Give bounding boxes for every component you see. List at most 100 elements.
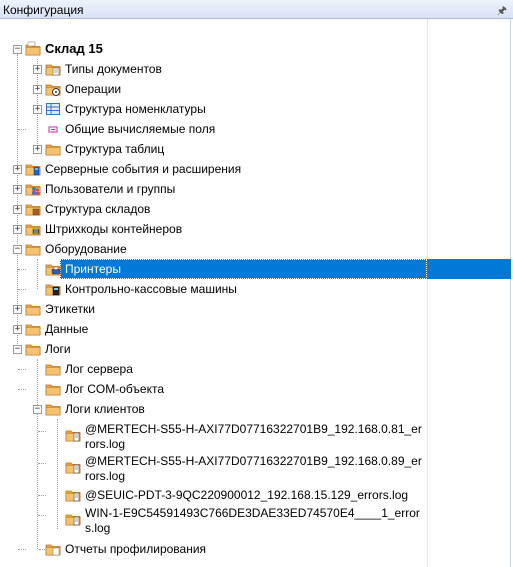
tree-node-label: Серверные события и расширения [45, 162, 242, 176]
tree-node-equipment[interactable]: − Оборудование [0, 239, 427, 259]
folder-icon [25, 224, 41, 236]
panel-title: Конфигурация [3, 3, 84, 17]
folder-icon [65, 430, 81, 442]
folder-icon [46, 103, 60, 115]
tree-node-label: Оборудование [45, 242, 127, 256]
tree-node-label: Штрихкоды контейнеров [45, 222, 183, 236]
collapse-toggle-icon[interactable]: − [13, 45, 22, 54]
configuration-tree[interactable]: − Склад 15 + Типы документов + Операции + Струк… [0, 19, 513, 567]
tree-node-label: Структура номенклатуры [65, 102, 206, 116]
tree-line [18, 389, 26, 390]
folder-icon [45, 144, 61, 156]
tree-node-label: Структура таблиц [65, 142, 165, 156]
folder-icon [45, 384, 61, 396]
tree-node-log-file[interactable]: @SEUIC-PDT-3-9QC220900012_192.168.15.129… [0, 485, 427, 505]
tree-node-label: Отчеты профилирования [65, 542, 207, 556]
expand-toggle-icon[interactable]: + [13, 205, 22, 214]
collapse-toggle-icon[interactable]: − [33, 405, 42, 414]
tree-line [38, 463, 46, 464]
tree-line [18, 369, 26, 370]
folder-icon [65, 514, 81, 526]
tree-node-root[interactable]: − Склад 15 [0, 39, 427, 59]
folder-icon [65, 490, 81, 502]
tree-node-server-events[interactable]: + Серверные события и расширения [0, 159, 427, 179]
tree-node-label: Логи клиентов [65, 402, 145, 416]
tree-node-logs[interactable]: − Логи [0, 339, 427, 359]
tree-node-label: Типы документов [65, 62, 162, 76]
tree-line [18, 269, 26, 270]
tree-node-profiling-reports[interactable]: Отчеты профилирования [0, 539, 427, 559]
expand-toggle-icon[interactable]: + [13, 225, 22, 234]
tree-node-label: Данные [45, 322, 89, 336]
tree-node-operations[interactable]: + Операции [0, 79, 427, 99]
tree-node-log-file[interactable]: WIN-1-E9C54591493C766DE3DAE33ED74570E4__… [0, 505, 427, 537]
tree-node-label: Общие вычисляемые поля [65, 122, 216, 136]
tree-node-label: Принтеры [65, 262, 121, 276]
calculated-field-icon [48, 126, 58, 133]
tree-node-document-types[interactable]: + Типы документов [0, 59, 427, 79]
tree-node-label: Контрольно-кассовые машины [65, 282, 237, 296]
tree-node-label: @MERTECH-S55-H-AXI77D07716322701B9_192.1… [85, 454, 422, 483]
folder-icon [45, 544, 61, 556]
folder-icon [25, 41, 41, 56]
expand-toggle-icon[interactable]: + [13, 305, 22, 314]
tree-node-cash-registers[interactable]: Контрольно-кассовые машины [0, 279, 427, 299]
folder-icon [25, 244, 41, 256]
tree-node-label: Структура складов [45, 202, 151, 216]
tree-node-nomenclature[interactable]: + Структура номенклатуры [0, 99, 427, 119]
panel-title-bar: Конфигурация 🖈 [0, 0, 513, 19]
tree-node-label: Лог сервера [65, 362, 133, 376]
expand-toggle-icon[interactable]: + [13, 165, 22, 174]
tree-node-container-barcodes[interactable]: + Штрихкоды контейнеров [0, 219, 427, 239]
collapse-toggle-icon[interactable]: − [13, 345, 22, 354]
tree-node-users-groups[interactable]: + Пользователи и группы [0, 179, 427, 199]
panel-border [510, 19, 511, 567]
folder-icon [45, 64, 61, 76]
folder-icon [45, 364, 61, 376]
folder-icon [45, 284, 61, 296]
tree-node-data[interactable]: + Данные [0, 319, 427, 339]
tree-node-label: Этикетки [45, 302, 95, 316]
tree-node-label: Склад 15 [45, 41, 103, 56]
folder-icon [25, 304, 41, 316]
tree-node-label: @SEUIC-PDT-3-9QC220900012_192.168.15.129… [85, 488, 409, 502]
tree-line [38, 431, 46, 432]
tree-node-label: WIN-1-E9C54591493C766DE3DAE33ED74570E4__… [85, 506, 420, 535]
expand-toggle-icon[interactable]: + [33, 65, 42, 74]
expand-toggle-icon[interactable]: + [33, 105, 42, 114]
expand-toggle-icon[interactable]: + [33, 85, 42, 94]
collapse-toggle-icon[interactable]: − [13, 245, 22, 254]
folder-icon [25, 184, 41, 196]
tree-line [18, 549, 26, 550]
column-divider [427, 19, 428, 567]
expand-toggle-icon[interactable]: + [13, 325, 22, 334]
tree-node-labels[interactable]: + Этикетки [0, 299, 427, 319]
folder-icon [25, 164, 41, 176]
expand-toggle-icon[interactable]: + [13, 185, 22, 194]
tree-node-printers[interactable]: Принтеры [0, 259, 427, 279]
tree-node-label: Пользователи и группы [45, 182, 176, 196]
tree-node-label: @MERTECH-S55-H-AXI77D07716322701B9_192.1… [85, 422, 422, 451]
tree-node-com-log[interactable]: Лог COM-объекта [0, 379, 427, 399]
expand-toggle-icon[interactable]: + [33, 145, 42, 154]
tree-node-calculated-fields[interactable]: Общие вычисляемые поля [0, 119, 427, 139]
folder-icon [25, 204, 41, 216]
tree-node-label: Лог COM-объекта [65, 382, 164, 396]
tree-node-client-logs[interactable]: − Логи клиентов [0, 399, 427, 419]
folder-icon [45, 264, 61, 276]
folder-icon [25, 344, 41, 356]
folder-icon [45, 84, 61, 96]
tree-line [38, 515, 46, 516]
tree-line [38, 495, 46, 496]
tree-line [18, 129, 26, 130]
tree-node-log-file[interactable]: @MERTECH-S55-H-AXI77D07716322701B9_192.1… [0, 421, 427, 453]
tree-node-label: Операции [65, 82, 122, 96]
folder-icon [25, 324, 41, 336]
tree-node-warehouse-structure[interactable]: + Структура складов [0, 199, 427, 219]
tree-node-table-structure[interactable]: + Структура таблиц [0, 139, 427, 159]
folder-icon [65, 462, 81, 474]
tree-node-server-log[interactable]: Лог сервера [0, 359, 427, 379]
tree-node-log-file[interactable]: @MERTECH-S55-H-AXI77D07716322701B9_192.1… [0, 453, 427, 485]
folder-icon [45, 404, 61, 416]
tree-line [18, 289, 26, 290]
